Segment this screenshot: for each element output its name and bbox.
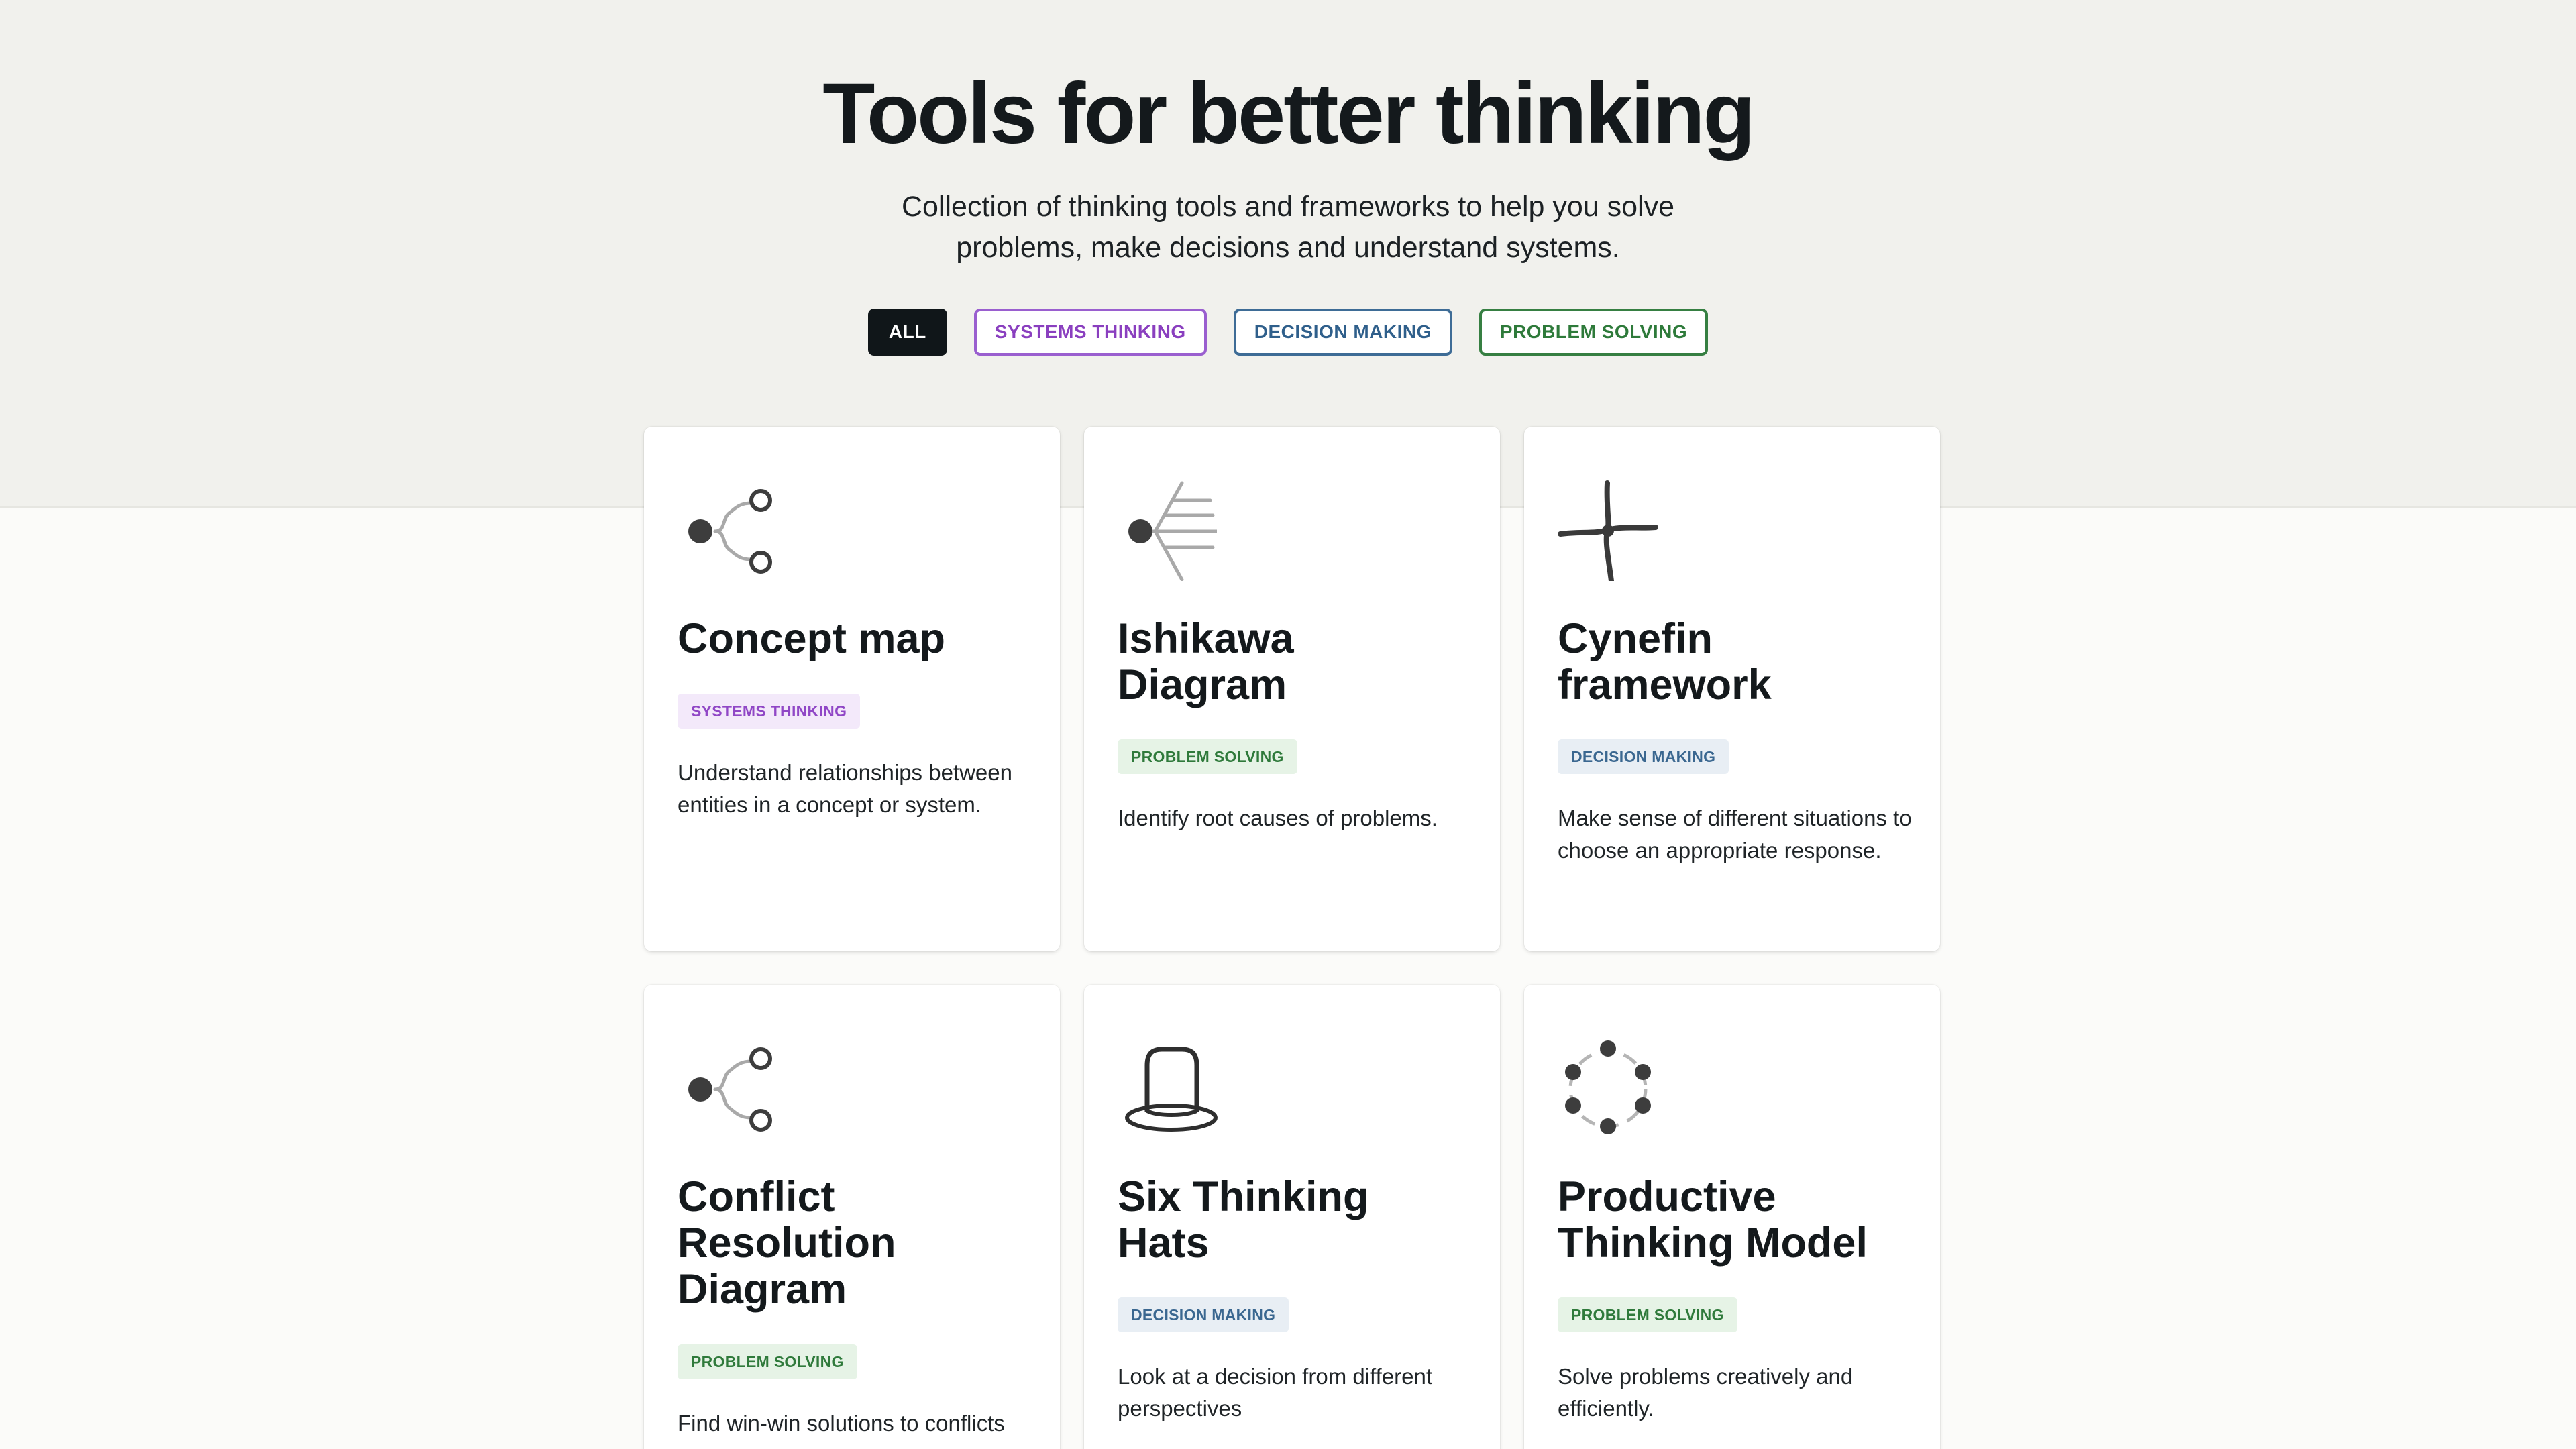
card-description: Look at a decision from different perspe…: [1118, 1364, 1432, 1421]
card-title: Concept map: [678, 615, 946, 662]
tool-card-six-thinking-hats[interactable]: Six Thinking Hats DECISION MAKING Look a…: [1084, 985, 1500, 1449]
card-title: Ishikawa Diagram: [1118, 615, 1294, 708]
filter-systems-thinking-button[interactable]: SYSTEMS THINKING: [973, 309, 1207, 356]
category-badge: PROBLEM SOLVING: [1118, 739, 1297, 774]
cycle-dots-icon: [1565, 1040, 1651, 1134]
page-subtitle: Collection of thinking tools and framewo…: [901, 191, 1675, 264]
card-description: Identify root causes of problems.: [1118, 806, 1438, 830]
concept-map-icon: [688, 489, 772, 574]
card-description: Solve problems creatively and efficientl…: [1558, 1364, 1854, 1421]
card-title: Conflict Resolution Diagram: [678, 1173, 896, 1313]
fishbone-icon: [1128, 481, 1217, 581]
tool-card-productive-thinking-model[interactable]: Productive Thinking Model PROBLEM SOLVIN…: [1524, 985, 1940, 1449]
card-meta: PROBLEM SOLVING Solve problems creativel…: [1558, 1297, 1913, 1425]
conflict-diagram-icon: [688, 1047, 772, 1132]
card-meta: DECISION MAKING Make sense of different …: [1558, 739, 1913, 867]
card-title: Productive Thinking Model: [1558, 1173, 1868, 1267]
category-badge: DECISION MAKING: [1118, 1297, 1289, 1332]
card-meta: DECISION MAKING Look at a decision from …: [1118, 1297, 1473, 1425]
tool-card-ishikawa-diagram[interactable]: Ishikawa Diagram PROBLEM SOLVING Identif…: [1084, 427, 1500, 951]
category-badge: PROBLEM SOLVING: [678, 1344, 857, 1379]
tool-card-concept-map[interactable]: Concept map SYSTEMS THINKING Understand …: [644, 427, 1060, 951]
card-description: Understand relationships between entitie…: [678, 760, 1012, 817]
filter-all-button[interactable]: ALL: [867, 309, 947, 356]
card-description: Make sense of different situations to ch…: [1558, 806, 1912, 863]
card-meta: SYSTEMS THINKING Understand relationship…: [678, 694, 1033, 821]
page-title: Tools for better thinking: [822, 66, 1755, 162]
hat-icon: [1125, 1046, 1218, 1132]
tools-grid: Concept map SYSTEMS THINKING Understand …: [644, 427, 1940, 1449]
card-meta: PROBLEM SOLVING Identify root causes of …: [1118, 739, 1473, 835]
category-badge: SYSTEMS THINKING: [678, 694, 861, 729]
tool-card-cynefin-framework[interactable]: Cynefin framework DECISION MAKING Make s…: [1524, 427, 1940, 951]
filter-decision-making-button[interactable]: DECISION MAKING: [1233, 309, 1452, 356]
category-badge: DECISION MAKING: [1558, 739, 1729, 774]
tool-card-conflict-resolution-diagram[interactable]: Conflict Resolution Diagram PROBLEM SOLV…: [644, 985, 1060, 1449]
category-filters: ALL SYSTEMS THINKING DECISION MAKING PRO…: [0, 309, 2576, 356]
card-description: Find win-win solutions to conflicts: [678, 1411, 1005, 1436]
filter-problem-solving-button[interactable]: PROBLEM SOLVING: [1479, 309, 1709, 356]
card-title: Cynefin framework: [1558, 615, 1772, 708]
cynefin-icon: [1558, 480, 1658, 581]
card-meta: PROBLEM SOLVING Find win-win solutions t…: [678, 1344, 1033, 1440]
category-badge: PROBLEM SOLVING: [1558, 1297, 1737, 1332]
card-title: Six Thinking Hats: [1118, 1173, 1369, 1267]
